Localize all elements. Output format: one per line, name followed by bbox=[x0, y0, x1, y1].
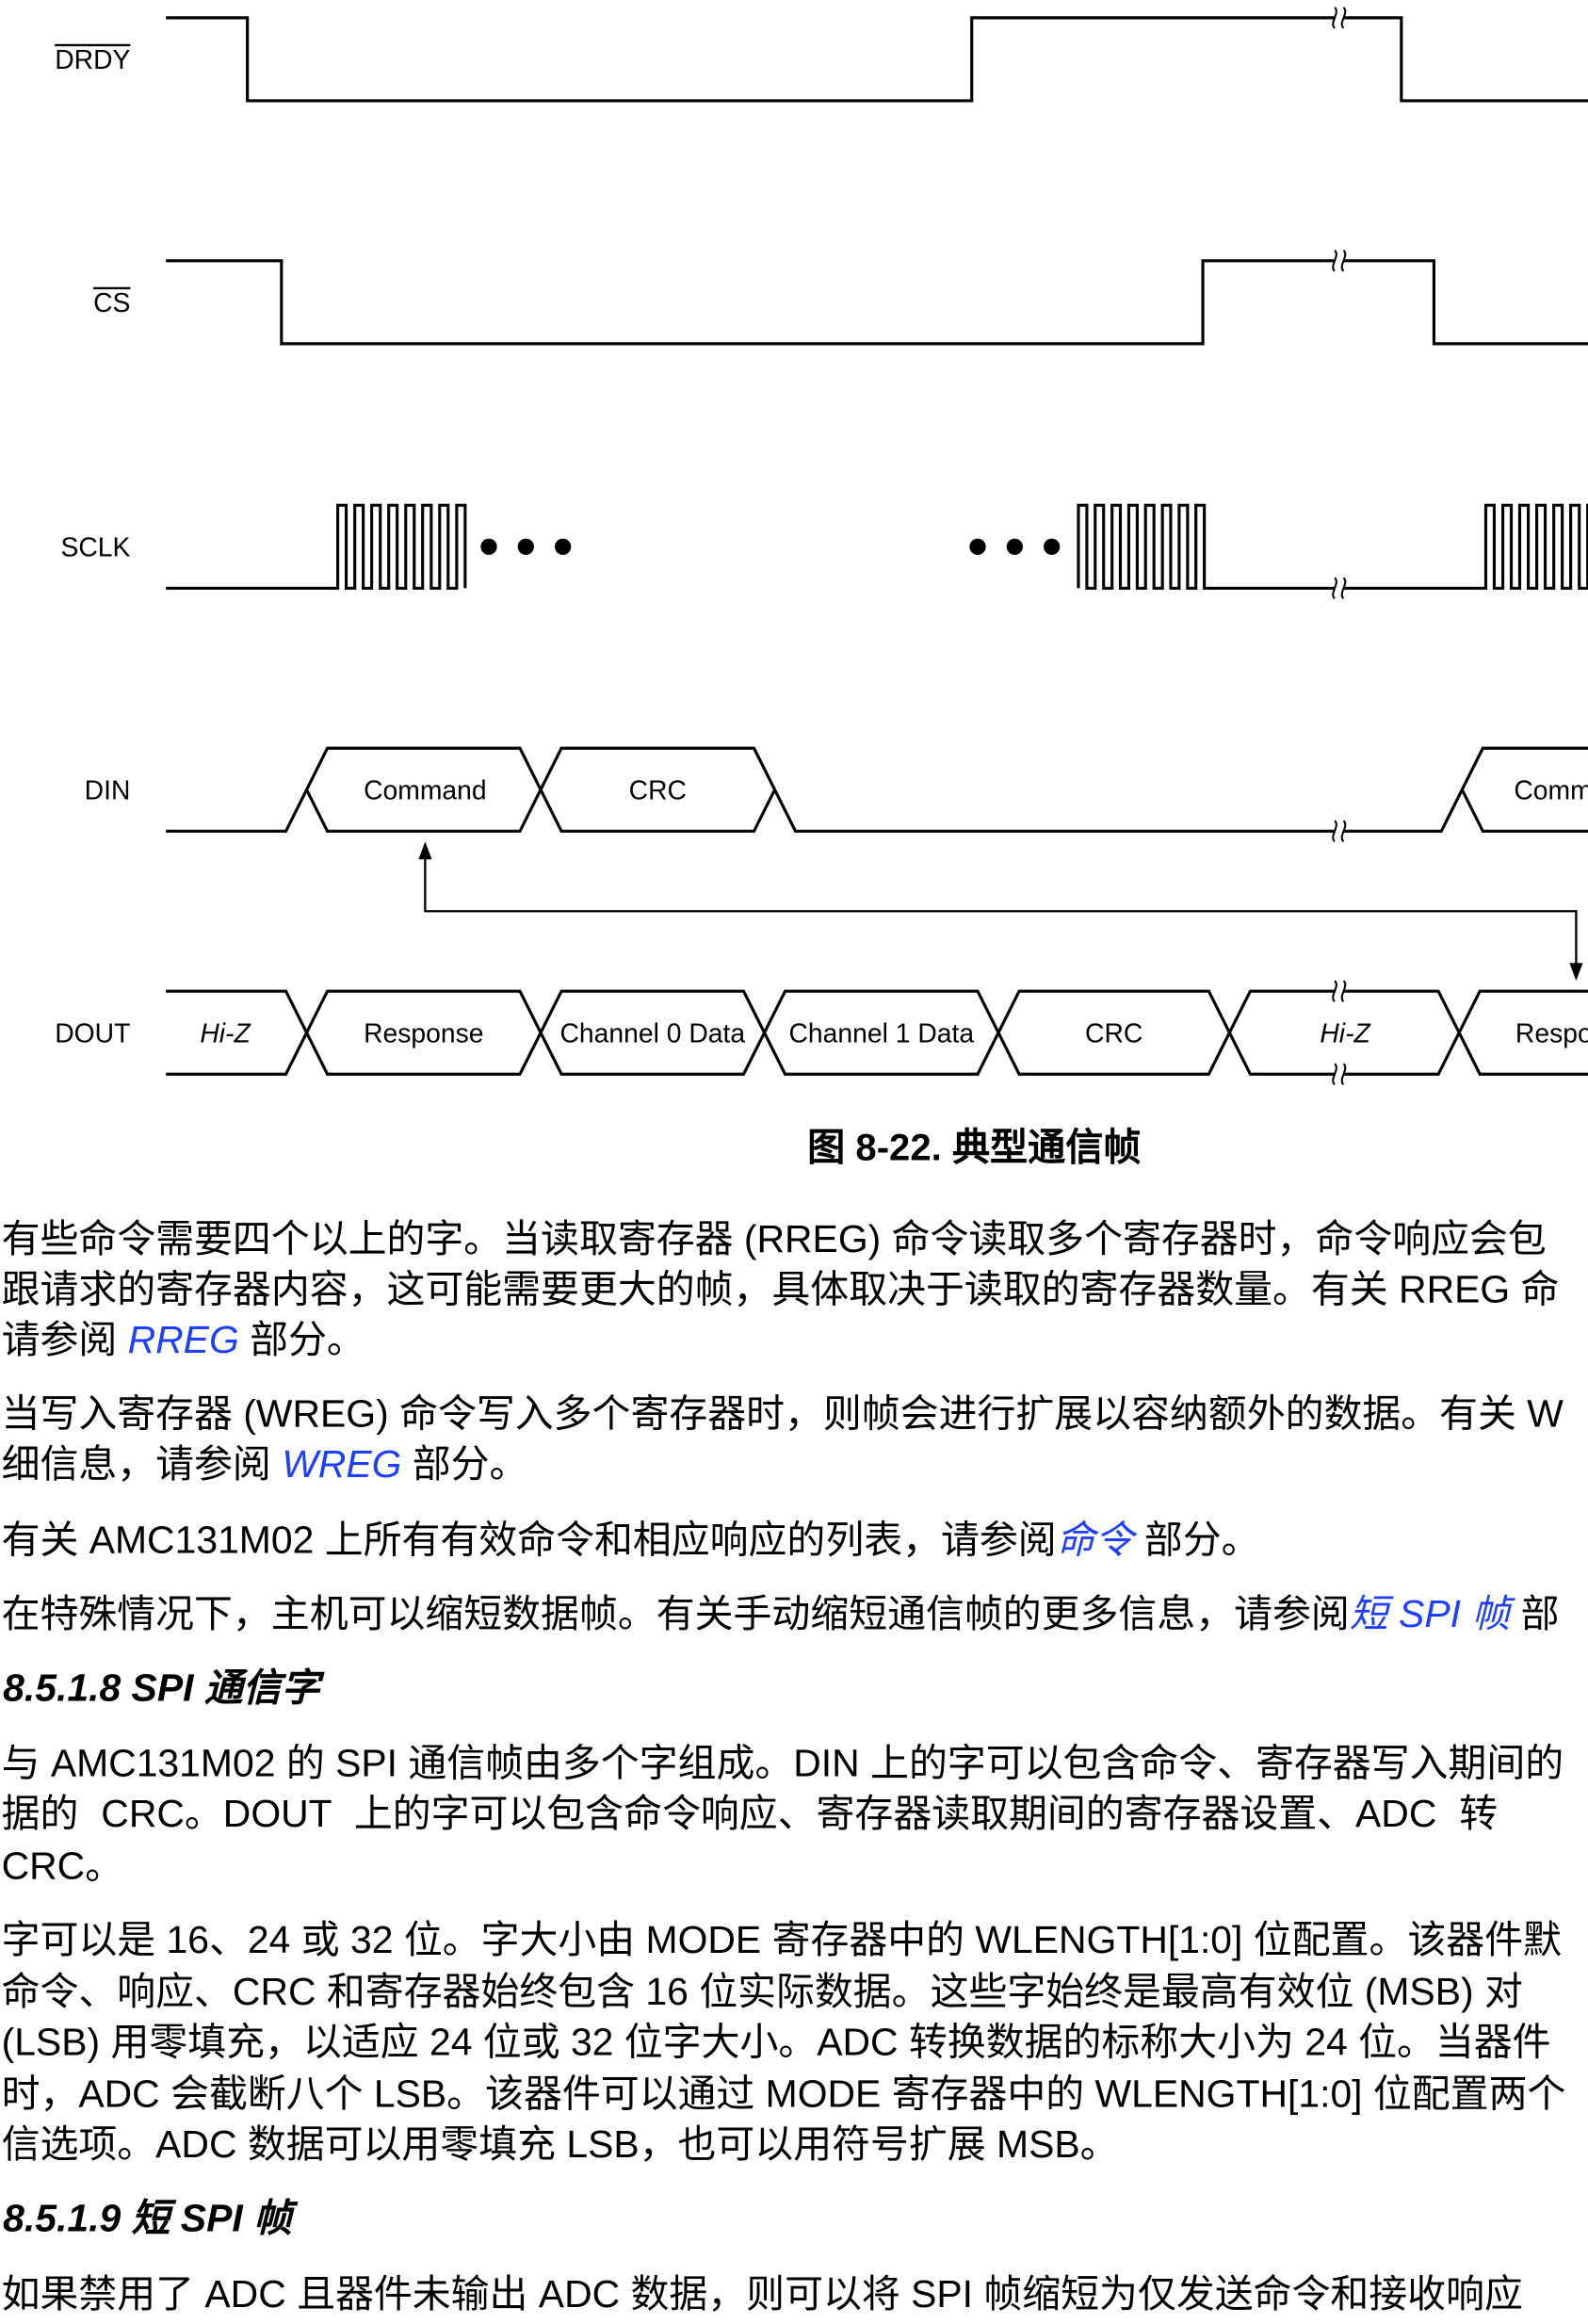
din-command-field: Command bbox=[364, 775, 487, 805]
dout-channel-0-field: Channel 0 Data bbox=[559, 1017, 745, 1048]
paragraph-2-line-2: 细信息，请参阅 WREG 部分。 bbox=[2, 1438, 528, 1488]
continuation-dot bbox=[554, 538, 572, 555]
paragraph-6-line-3: (LSB) 用零填充，以适应 24 位或 32 位字大小。ADC 转换数据的标称… bbox=[1, 2019, 1551, 2064]
line-text: 部分。 bbox=[1133, 1517, 1260, 1562]
section-heading-8-5-1-9: 8.5.1.9 短 SPI 帧 bbox=[3, 2195, 292, 2241]
paragraph-6-line-2: 命令、响应、CRC 和寄存器始终包含 16 位实际数据。这些字始终是最高有效位 … bbox=[1, 1969, 1523, 2014]
paragraph-7-line-1: 如果禁用了 ADC 且器件未输出 ADC 数据，则可以将 SPI 帧缩短为仅发送… bbox=[1, 2271, 1523, 2316]
drdy-label: DRDY bbox=[55, 44, 130, 74]
paragraph-5-line-3: CRC。 bbox=[1, 1843, 124, 1888]
command-response-arrow bbox=[424, 856, 1578, 967]
section-heading-8-5-1-8: 8.5.1.8 SPI 通信字 bbox=[3, 1665, 320, 1710]
continuation-dot bbox=[969, 538, 986, 555]
dout-time-break-bottom bbox=[1332, 1063, 1347, 1086]
dout-response-field: Response bbox=[364, 1017, 483, 1048]
continuation-dot bbox=[517, 538, 534, 555]
continuation-dot bbox=[480, 538, 497, 555]
document-page: DRDY CS SCLK DIN DOUT Command CRC Comm H… bbox=[0, 0, 1588, 2324]
paragraph-4-line-1: 在特殊情况下，主机可以缩短数据帧。有关手动缩短通信帧的更多信息，请参阅短 SPI… bbox=[2, 1588, 1560, 1638]
drdy-waveform bbox=[166, 16, 1588, 103]
din-crc-field: CRC bbox=[629, 775, 687, 805]
paragraph-6-line-1: 字可以是 16、24 或 32 位。字大小由 MODE 寄存器中的 WLENGT… bbox=[1, 1917, 1562, 1962]
continuation-dot bbox=[1044, 538, 1061, 555]
timing-diagram: DRDY CS SCLK DIN DOUT Command CRC Comm H… bbox=[55, 6, 1588, 1086]
line-text: 在特殊情况下，主机可以缩短数据帧。有关手动缩短通信帧的更多信息，请参阅 bbox=[1, 1591, 1350, 1636]
cs-label: CS bbox=[93, 287, 130, 317]
line-text: 细信息，请参阅 bbox=[1, 1441, 283, 1487]
paragraph-6-line-4: 时，ADC 会截断八个 LSB。该器件可以通过 MODE 寄存器中的 WLENG… bbox=[1, 2071, 1566, 2116]
sclk-label: SCLK bbox=[60, 532, 130, 562]
sclk-time-break bbox=[1332, 577, 1347, 600]
paragraph-6-line-5: 信选项。ADC 数据可以用零填充 LSB，也可以用符号扩展 MSB。 bbox=[1, 2121, 1119, 2167]
line-text: 有关 AMC131M02 上所有有效命令和相应响应的列表，请参阅 bbox=[1, 1517, 1057, 1562]
cs-time-break bbox=[1332, 249, 1347, 272]
paragraph-5-line-1: 与 AMC131M02 的 SPI 通信帧由多个字组成。DIN 上的字可以包含命… bbox=[1, 1740, 1564, 1786]
din-next-command-field: Comm bbox=[1514, 775, 1588, 805]
paragraph-1-line-2: 跟请求的寄存器内容，这可能需要更大的帧，具体取决于读取的寄存器数量。有关 RRE… bbox=[1, 1266, 1560, 1311]
paragraph-1-line-3: 请参阅 RREG 部分。 bbox=[2, 1314, 365, 1364]
dout-hiz-field: Hi-Z bbox=[1320, 1017, 1371, 1048]
din-label: DIN bbox=[85, 775, 131, 805]
drdy-time-break bbox=[1332, 6, 1347, 29]
line-text: 部 bbox=[1510, 1591, 1560, 1636]
paragraph-1-line-1: 有些命令需要四个以上的字。当读取寄存器 (RREG) 命令读取多个寄存器时，命令… bbox=[1, 1216, 1547, 1261]
arrow-head-up bbox=[418, 841, 432, 860]
short-spi-frame-link[interactable]: 短 SPI 帧 bbox=[1350, 1591, 1510, 1635]
arrow-head-down bbox=[1569, 963, 1583, 982]
dout-channel-1-field: Channel 1 Data bbox=[788, 1017, 974, 1048]
dout-next-response-field: Respo bbox=[1515, 1017, 1588, 1048]
dout-crc-field: CRC bbox=[1085, 1017, 1142, 1048]
line-text: 部分。 bbox=[238, 1317, 365, 1362]
line-text: 部分。 bbox=[401, 1441, 528, 1487]
sclk-burst-1 bbox=[166, 503, 467, 590]
dout-hiz-field: Hi-Z bbox=[200, 1017, 251, 1048]
paragraph-3-line-1: 有关 AMC131M02 上所有有效命令和相应响应的列表，请参阅命令 部分。 bbox=[2, 1514, 1260, 1564]
figure-caption: 图 8-22. 典型通信帧 bbox=[807, 1127, 1142, 1169]
paragraph-2-line-1: 当写入寄存器 (WREG) 命令写入多个寄存器时，则帧会进行扩展以容纳额外的数据… bbox=[1, 1390, 1564, 1437]
continuation-dot bbox=[1006, 538, 1023, 555]
rreg-link[interactable]: RREG bbox=[128, 1317, 239, 1361]
cs-waveform bbox=[166, 259, 1588, 346]
sclk-burst-2 bbox=[1077, 503, 1588, 590]
paragraph-5-line-2: 据的 CRC。DOUT 上的字可以包含命令响应、寄存器读取期间的寄存器设置、AD… bbox=[1, 1791, 1499, 1836]
dout-label: DOUT bbox=[55, 1017, 130, 1048]
wreg-link[interactable]: WREG bbox=[282, 1441, 401, 1486]
din-time-break bbox=[1332, 820, 1347, 843]
commands-link[interactable]: 命令 bbox=[1057, 1518, 1134, 1562]
dout-time-break-top bbox=[1332, 980, 1347, 1003]
line-text: 请参阅 bbox=[1, 1317, 128, 1362]
